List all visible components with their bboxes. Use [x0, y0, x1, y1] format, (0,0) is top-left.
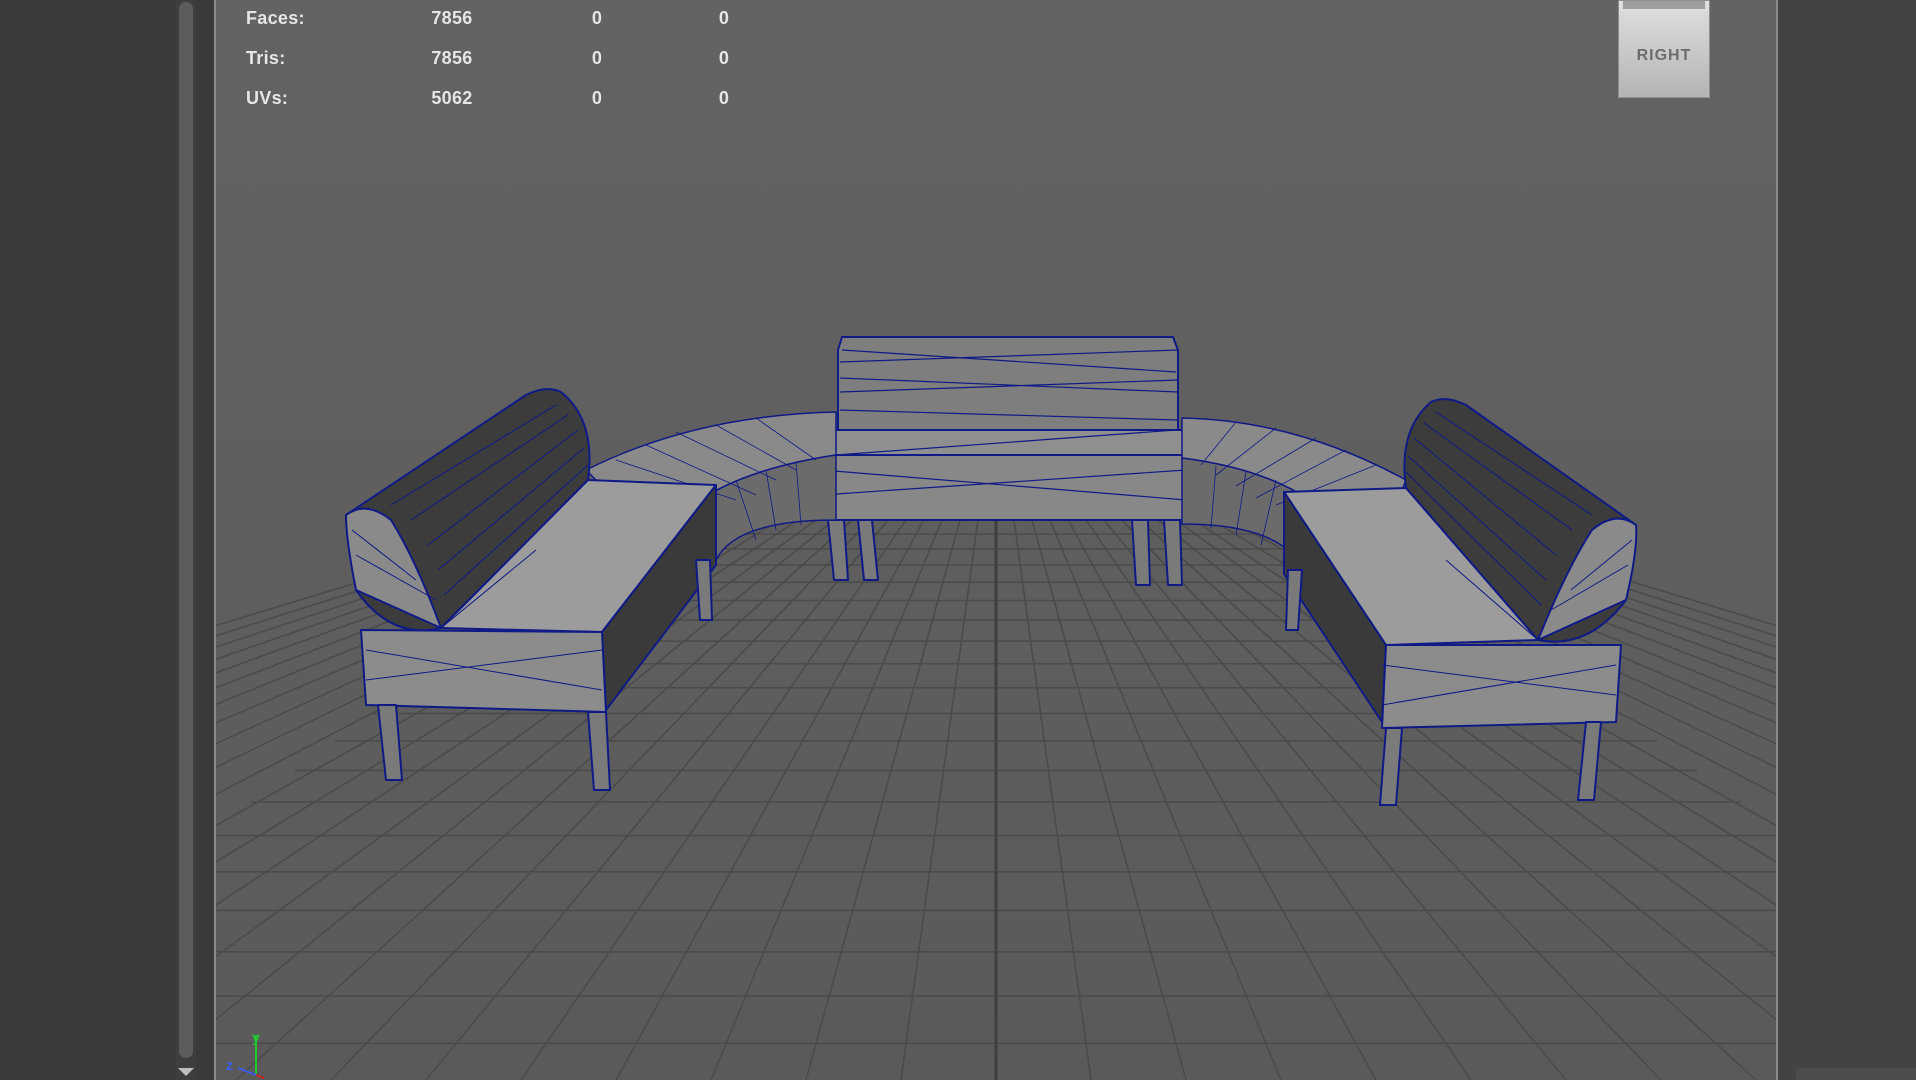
left-panel	[0, 0, 178, 1080]
hud-value: 0	[718, 8, 730, 28]
viewcube-face-label[interactable]: RIGHT	[1619, 47, 1709, 65]
hud-value: 7856	[431, 48, 473, 68]
hud-value: 0	[591, 8, 603, 28]
scroll-down-arrow-icon[interactable]	[178, 1068, 194, 1076]
hud-label: UVs:	[246, 88, 289, 108]
right-panel	[1778, 0, 1916, 1080]
hud-value: 0	[718, 88, 730, 108]
hud-value: 0	[718, 48, 730, 68]
left-scrollbar[interactable]	[176, 0, 196, 1080]
axis-y-label: y	[252, 1029, 260, 1045]
hud-value: 0	[591, 48, 603, 68]
right-panel-corner	[1796, 1068, 1916, 1080]
hud-label: Tris:	[246, 48, 286, 68]
hud-value: 0	[591, 88, 603, 108]
hud-value: 5062	[431, 88, 473, 108]
viewcube-top-face[interactable]	[1623, 1, 1705, 9]
hud-label: Faces:	[246, 8, 305, 28]
maya-window: y z Faces: 7856 0 0 Tris: 7856 0 0 UVs: …	[0, 0, 1916, 1080]
viewport-scene: y z	[216, 0, 1776, 1080]
axis-z-label: z	[226, 1057, 233, 1073]
perspective-viewport[interactable]: y z Faces: 7856 0 0 Tris: 7856 0 0 UVs: …	[214, 0, 1778, 1080]
hud-value: 7856	[431, 8, 473, 28]
scrollbar-thumb[interactable]	[179, 2, 193, 1058]
viewcube-icon[interactable]: RIGHT	[1618, 0, 1710, 98]
